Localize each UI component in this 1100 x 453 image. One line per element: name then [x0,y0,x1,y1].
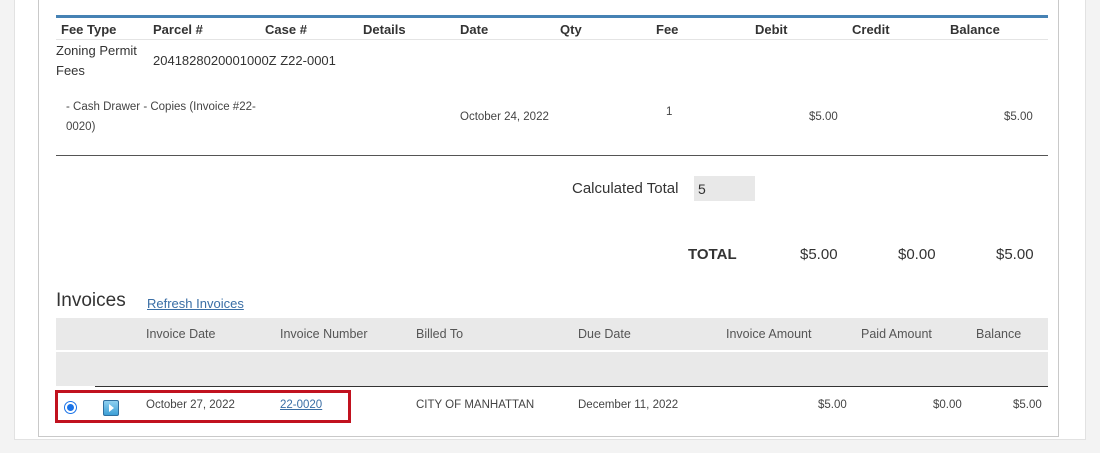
fee-details-cont: 0020) [66,121,96,133]
fee-details: - Cash Drawer - Copies (Invoice #22- [66,101,256,113]
fee-balance: $5.00 [1004,111,1033,123]
header-parcel: Parcel # [153,22,203,37]
inv-header-due-date[interactable]: Due Date [578,327,631,341]
invoice-paid-amount: $0.00 [933,399,962,411]
calculated-total-input[interactable] [694,176,755,201]
header-divider [56,39,1048,40]
refresh-invoices-link[interactable]: Refresh Invoices [147,296,244,311]
header-case: Case # [265,22,307,37]
header-credit: Credit [852,22,890,37]
highlight-box [55,390,351,423]
parcel-case-value: 2041828020001000Z Z22-0001 [153,53,336,68]
total-credit: $0.00 [898,246,936,263]
fee-type-name-cont: Fees [56,63,85,78]
invoice-amount: $5.00 [818,399,847,411]
header-qty: Qty [560,22,582,37]
inv-header-invoice-number[interactable]: Invoice Number [280,327,368,341]
fee-qty: 1 [666,106,673,118]
invoices-title: Invoices [56,290,126,311]
header-details: Details [363,22,406,37]
header-debit: Debit [755,22,788,37]
inv-header-balance[interactable]: Balance [976,327,1021,341]
invoice-due-date: December 11, 2022 [578,399,679,411]
header-balance: Balance [950,22,1000,37]
invoices-filter-row [56,352,1048,386]
fee-debit: $5.00 [809,111,838,123]
header-fee: Fee [656,22,679,37]
inv-header-paid-amount[interactable]: Paid Amount [861,327,932,341]
header-date: Date [460,22,489,37]
total-label: TOTAL [688,246,737,263]
header-fee-type: Fee Type [61,22,117,37]
invoice-billed-to: CITY OF MANHATTAN [416,399,535,411]
inv-header-invoice-date[interactable]: Invoice Date [146,327,215,341]
invoice-balance: $5.00 [1013,399,1042,411]
total-balance: $5.00 [996,246,1034,263]
fee-type-name: Zoning Permit [56,43,137,58]
inv-header-invoice-amount[interactable]: Invoice Amount [726,327,811,341]
total-debit: $5.00 [800,246,838,263]
fees-divider [56,155,1048,156]
calculated-total-label: Calculated Total [572,180,679,197]
fee-date: October 24, 2022 [460,111,549,123]
invoices-divider [95,386,1048,387]
table-top-bar [56,15,1048,18]
inv-header-billed-to[interactable]: Billed To [416,327,463,341]
